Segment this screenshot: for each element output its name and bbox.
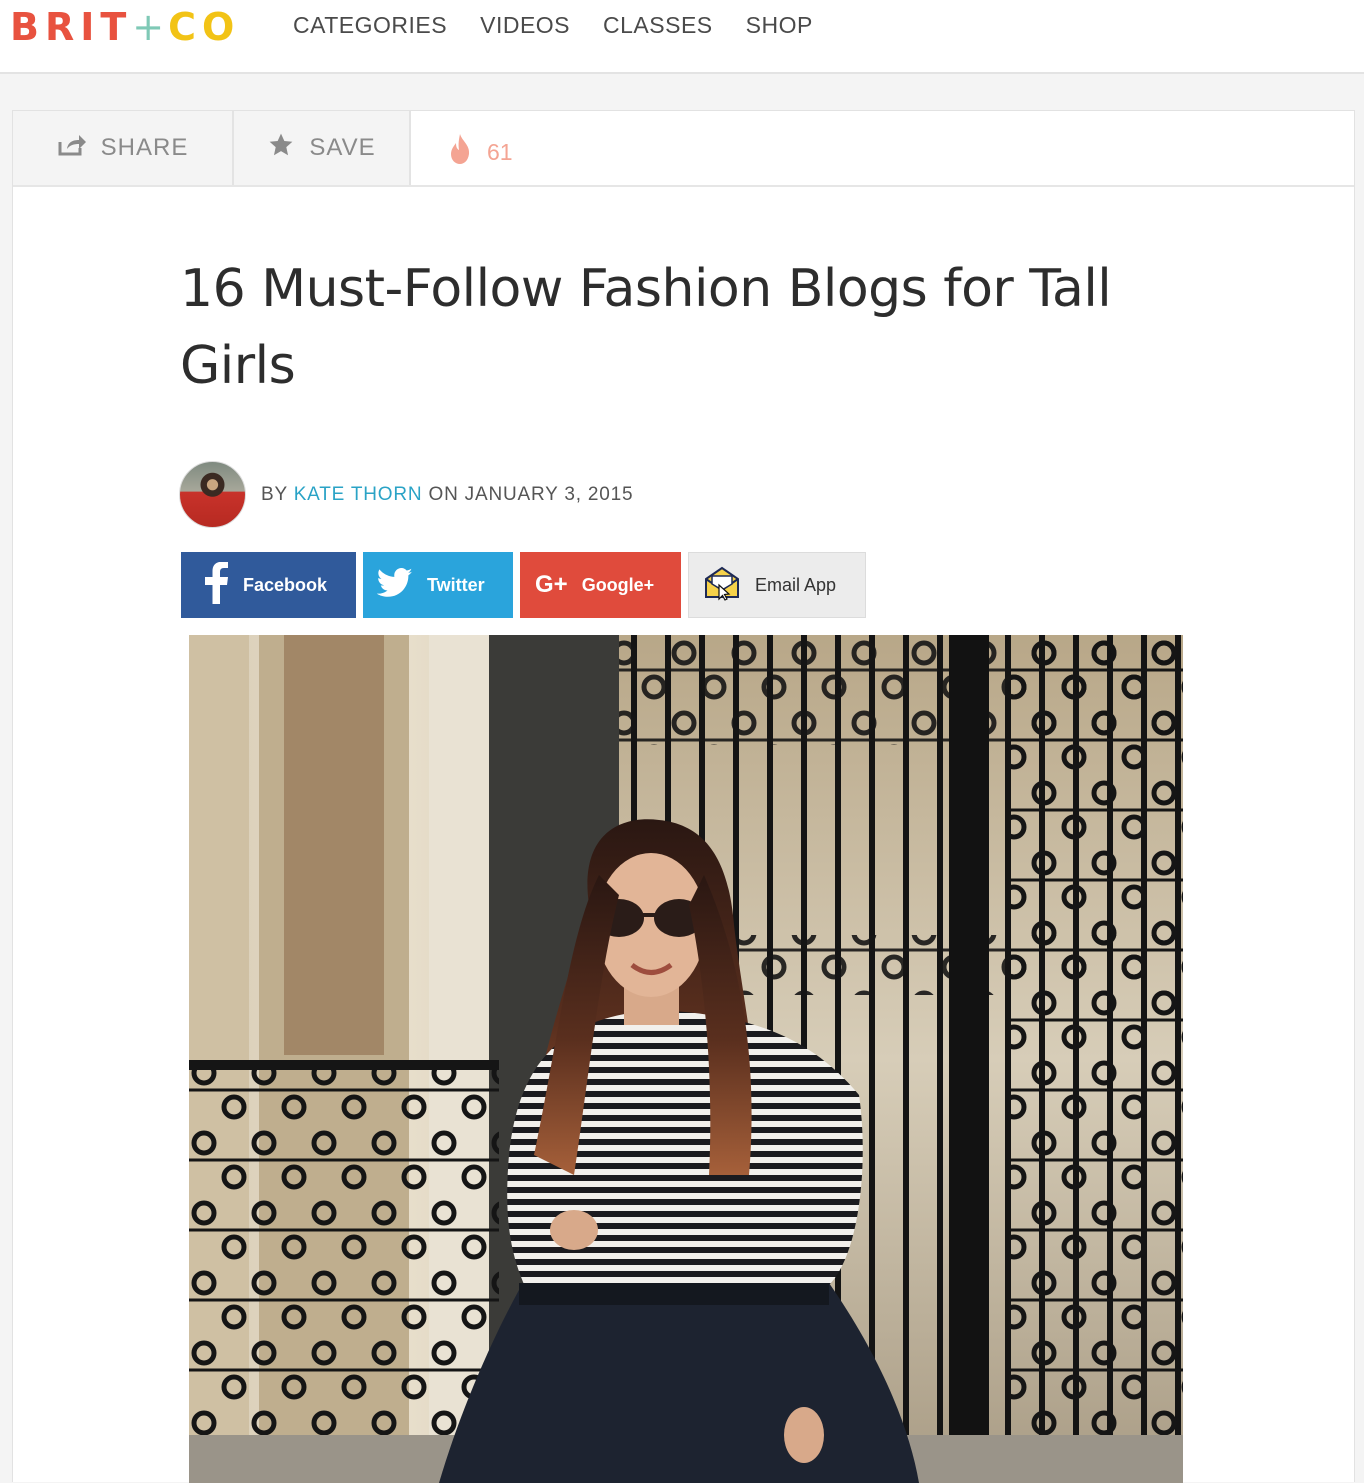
twitter-share-button[interactable]: Twitter: [363, 552, 513, 618]
article-title: 16 Must-Follow Fashion Blogs for Tall Gi…: [180, 259, 1112, 396]
twitter-label: Twitter: [427, 574, 485, 595]
byline-text: BY KATE THORN ON JANUARY 3, 2015: [261, 484, 633, 506]
nav-shop[interactable]: SHOP: [746, 12, 813, 39]
nav-categories[interactable]: CATEGORIES: [293, 12, 447, 39]
share-label: SHARE: [100, 134, 189, 161]
byline-by: BY: [261, 483, 288, 505]
trending-indicator: 61: [449, 133, 513, 171]
email-app-label: Email App: [755, 574, 837, 595]
article-hero-image: [189, 635, 1183, 1483]
google-plus-label: Google+: [581, 574, 655, 595]
publish-date: ON JANUARY 3, 2015: [428, 483, 634, 505]
logo-text-co: CO: [168, 5, 241, 49]
social-share-buttons: Facebook Twitter G+ Google+ Email App: [181, 552, 866, 618]
google-plus-share-button[interactable]: G+ Google+: [520, 552, 681, 618]
hero-photo-illustration: [189, 635, 1183, 1483]
facebook-label: Facebook: [243, 574, 328, 595]
logo-plus: +: [132, 5, 169, 49]
email-app-icon: [703, 565, 741, 606]
author-link[interactable]: KATE THORN: [294, 484, 423, 505]
byline: BY KATE THORN ON JANUARY 3, 2015: [179, 461, 633, 528]
nav-classes[interactable]: CLASSES: [603, 12, 713, 39]
article-action-bar: SHARE SAVE 61: [13, 111, 1354, 187]
logo-text-brit: BRIT: [10, 5, 133, 49]
brand-logo[interactable]: BRIT + CO: [10, 4, 240, 50]
star-icon: [267, 132, 295, 165]
site-header: BRIT + CO CATEGORIES VIDEOS CLASSES SHOP: [0, 0, 1364, 74]
share-button[interactable]: SHARE: [13, 111, 234, 185]
main-nav: CATEGORIES VIDEOS CLASSES SHOP: [293, 12, 813, 39]
trending-count: 61: [487, 138, 513, 165]
google-plus-icon: G+: [535, 571, 568, 598]
facebook-share-button[interactable]: Facebook: [181, 552, 356, 618]
nav-videos[interactable]: VIDEOS: [480, 12, 570, 39]
share-icon: [57, 133, 87, 164]
facebook-icon: [203, 561, 229, 609]
twitter-icon: [376, 567, 413, 603]
save-label: SAVE: [309, 134, 376, 161]
email-share-button[interactable]: Email App: [688, 552, 866, 618]
article-card: SHARE SAVE 61 16 Must-Follow Fashion Blo…: [12, 110, 1355, 1483]
save-button[interactable]: SAVE: [234, 111, 411, 185]
flame-icon: [449, 133, 471, 171]
author-avatar[interactable]: [179, 461, 246, 528]
